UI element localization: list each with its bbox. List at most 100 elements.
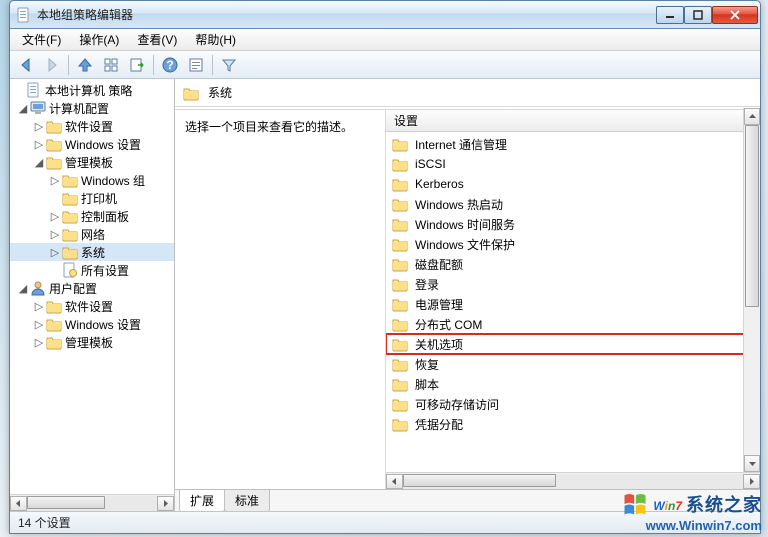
export-button[interactable] [125,53,149,77]
tree-system[interactable]: ▷系统 [10,243,174,261]
list-item[interactable]: Windows 热启动 [386,194,760,214]
list-item-label: 登录 [415,276,439,293]
back-button[interactable] [14,53,38,77]
close-button[interactable] [712,6,758,24]
list-item[interactable]: Windows 时间服务 [386,214,760,234]
scroll-thumb[interactable] [27,496,105,509]
folder-icon [392,216,408,232]
folder-icon [392,316,408,332]
show-tree-button[interactable] [99,53,123,77]
tree-control-panel[interactable]: ▷控制面板 [10,207,174,225]
tree-network[interactable]: ▷网络 [10,225,174,243]
doc-icon [26,82,42,98]
list-item[interactable]: 脚本 [386,374,760,394]
folder-icon [392,156,408,172]
list-item-label: 关机选项 [415,336,463,353]
folder-icon [392,136,408,152]
window-title: 本地组策略编辑器 [37,6,656,23]
menu-file[interactable]: 文件(F) [14,29,69,50]
list-item-label: iSCSI [415,157,446,171]
list-body[interactable]: Internet 通信管理iSCSIKerberosWindows 热启动Win… [386,132,760,472]
list-item-label: Windows 文件保护 [415,236,515,253]
list-item[interactable]: 磁盘配额 [386,254,760,274]
tree-view[interactable]: 本地计算机 策略 ◢计算机配置 ▷软件设置 ▷Windows 设置 ◢管理模板 … [10,79,174,494]
app-window: 本地组策略编辑器 文件(F) 操作(A) 查看(V) 帮助(H) 本地计算机 策… [9,0,761,534]
up-button[interactable] [73,53,97,77]
tree-h-scrollbar[interactable] [10,494,174,511]
list-item[interactable]: 可移动存储访问 [386,394,760,414]
filter-button[interactable] [217,53,241,77]
list-item[interactable]: 恢复 [386,354,760,374]
list-item[interactable]: 分布式 COM [386,314,760,334]
tree-all-settings[interactable]: 所有设置 [10,261,174,279]
scroll-right-button[interactable] [743,474,760,489]
scroll-down-button[interactable] [744,455,760,472]
menu-view[interactable]: 查看(V) [129,29,185,50]
folder-icon [46,118,62,134]
list-item[interactable]: 电源管理 [386,294,760,314]
client-area: 本地计算机 策略 ◢计算机配置 ▷软件设置 ▷Windows 设置 ◢管理模板 … [10,79,760,511]
tab-standard[interactable]: 标准 [224,490,270,511]
tree-user-cfg[interactable]: ◢用户配置 [10,279,174,297]
list-item[interactable]: 登录 [386,274,760,294]
folder-icon [392,356,408,372]
folder-icon [46,316,62,332]
folder-icon [62,226,78,242]
tree-u-admin-templates[interactable]: ▷管理模板 [10,333,174,351]
scroll-thumb[interactable] [745,125,759,307]
list-item-label: Windows 热启动 [415,196,503,213]
folder-icon [392,336,408,352]
list-item[interactable]: 关机选项 [386,334,760,354]
help-button[interactable] [158,53,182,77]
scroll-left-button[interactable] [10,496,27,511]
toolbar-separator [68,55,69,75]
list-item[interactable]: iSCSI [386,154,760,174]
list-item[interactable]: Kerberos [386,174,760,194]
scroll-right-button[interactable] [157,496,174,511]
folder-icon [392,416,408,432]
scroll-up-button[interactable] [744,108,760,125]
content-header: 系统 [175,79,760,107]
tab-extended[interactable]: 扩展 [179,490,225,511]
tree-windows-settings[interactable]: ▷Windows 设置 [10,135,174,153]
folder-icon [62,172,78,188]
tree-software-settings[interactable]: ▷软件设置 [10,117,174,135]
tree-admin-templates[interactable]: ◢管理模板 [10,153,174,171]
menu-help[interactable]: 帮助(H) [187,29,244,50]
folder-icon [392,276,408,292]
content-v-scrollbar[interactable] [743,108,760,472]
tree-computer-cfg[interactable]: ◢计算机配置 [10,99,174,117]
list-item[interactable]: Internet 通信管理 [386,134,760,154]
tree-u-software-settings[interactable]: ▷软件设置 [10,297,174,315]
folder-icon [392,396,408,412]
titlebar[interactable]: 本地组策略编辑器 [10,1,760,29]
list-h-scrollbar[interactable] [386,472,760,489]
scroll-track[interactable] [744,125,760,455]
minimize-button[interactable] [656,6,684,24]
scroll-track[interactable] [27,496,157,511]
list-item-label: 脚本 [415,376,439,393]
computer-icon [30,100,46,116]
maximize-button[interactable] [684,6,712,24]
tree-windows-components[interactable]: ▷Windows 组 [10,171,174,189]
app-icon [16,7,32,23]
list-item[interactable]: Windows 文件保护 [386,234,760,254]
tabs-strip: 扩展 标准 [175,489,760,511]
menu-action[interactable]: 操作(A) [71,29,127,50]
scroll-track[interactable] [403,474,743,489]
tree-u-windows-settings[interactable]: ▷Windows 设置 [10,315,174,333]
settings-icon [62,262,78,278]
list-item-label: Kerberos [415,177,464,191]
tree-printer[interactable]: 打印机 [10,189,174,207]
list-header[interactable]: 设置 [386,110,760,132]
statusbar: 14 个设置 [10,511,760,533]
folder-icon [46,334,62,350]
list-item[interactable]: 凭据分配 [386,414,760,434]
scroll-thumb[interactable] [403,474,556,487]
properties-button[interactable] [184,53,208,77]
toolbar-separator [153,55,154,75]
folder-icon [392,296,408,312]
forward-button[interactable] [40,53,64,77]
tree-root[interactable]: 本地计算机 策略 [10,81,174,99]
scroll-left-button[interactable] [386,474,403,489]
